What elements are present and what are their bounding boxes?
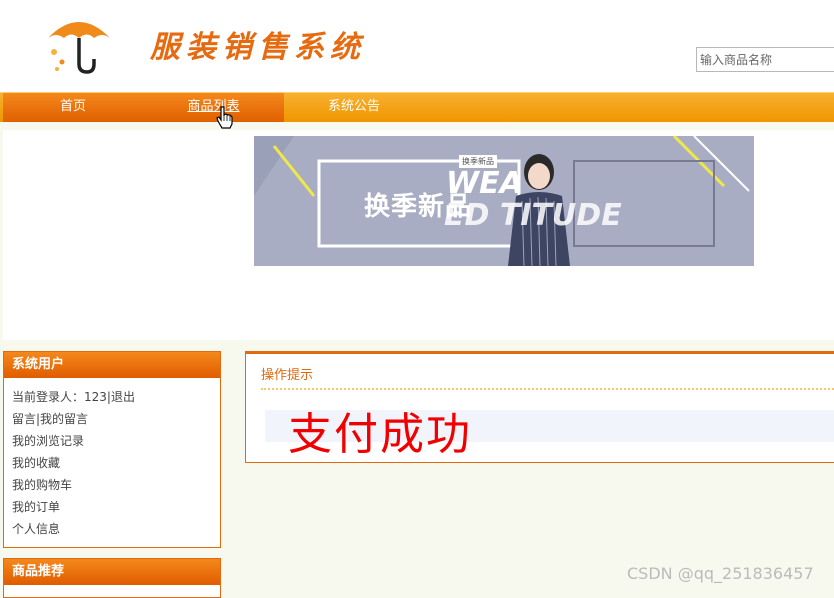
recommend-panel: 商品推荐 xyxy=(3,558,221,598)
umbrella-logo-icon xyxy=(48,22,110,74)
banner-text-a: WEA xyxy=(446,166,523,201)
nav-system-notice[interactable]: 系统公告 xyxy=(284,93,424,122)
dotted-divider xyxy=(261,388,834,390)
watermark: CSDN @qq_251836457 xyxy=(627,564,814,583)
recommend-panel-title: 商品推荐 xyxy=(4,559,220,585)
cart-link[interactable]: 我的购物车 xyxy=(12,474,212,496)
hand-cursor-icon xyxy=(216,106,233,129)
orders-link[interactable]: 我的订单 xyxy=(12,496,212,518)
nav-product-list[interactable]: 商品列表 xyxy=(143,93,284,122)
user-menu: 当前登录人：123|退出 留言|我的留言 我的浏览记录 我的收藏 我的购物车 我… xyxy=(4,378,220,548)
site-title: 服装销售系统 xyxy=(150,30,366,65)
main-nav: 首页 商品列表 系统公告 xyxy=(0,92,834,122)
tip-title: 操作提示 xyxy=(261,368,314,383)
promo-banner[interactable]: 换季新品 换季新品 WEA ED TITUDE xyxy=(254,136,754,266)
favorites-link[interactable]: 我的收藏 xyxy=(12,452,212,474)
user-panel-title: 系统用户 xyxy=(4,352,220,378)
header: 服装销售系统 xyxy=(0,0,834,92)
search-input[interactable] xyxy=(696,47,834,72)
payment-success-message: 支付成功 xyxy=(288,409,472,460)
operation-tip-panel: 操作提示 支付成功 xyxy=(245,351,834,463)
profile-link[interactable]: 个人信息 xyxy=(12,518,212,540)
banner-text-b: ED TITUDE xyxy=(444,198,622,233)
login-status-logout-link[interactable]: 当前登录人：123|退出 xyxy=(12,386,212,408)
user-panel: 系统用户 当前登录人：123|退出 留言|我的留言 我的浏览记录 我的收藏 我的… xyxy=(3,351,221,548)
browse-history-link[interactable]: 我的浏览记录 xyxy=(12,430,212,452)
nav-home[interactable]: 首页 xyxy=(3,93,143,122)
message-link[interactable]: 留言|我的留言 xyxy=(12,408,212,430)
